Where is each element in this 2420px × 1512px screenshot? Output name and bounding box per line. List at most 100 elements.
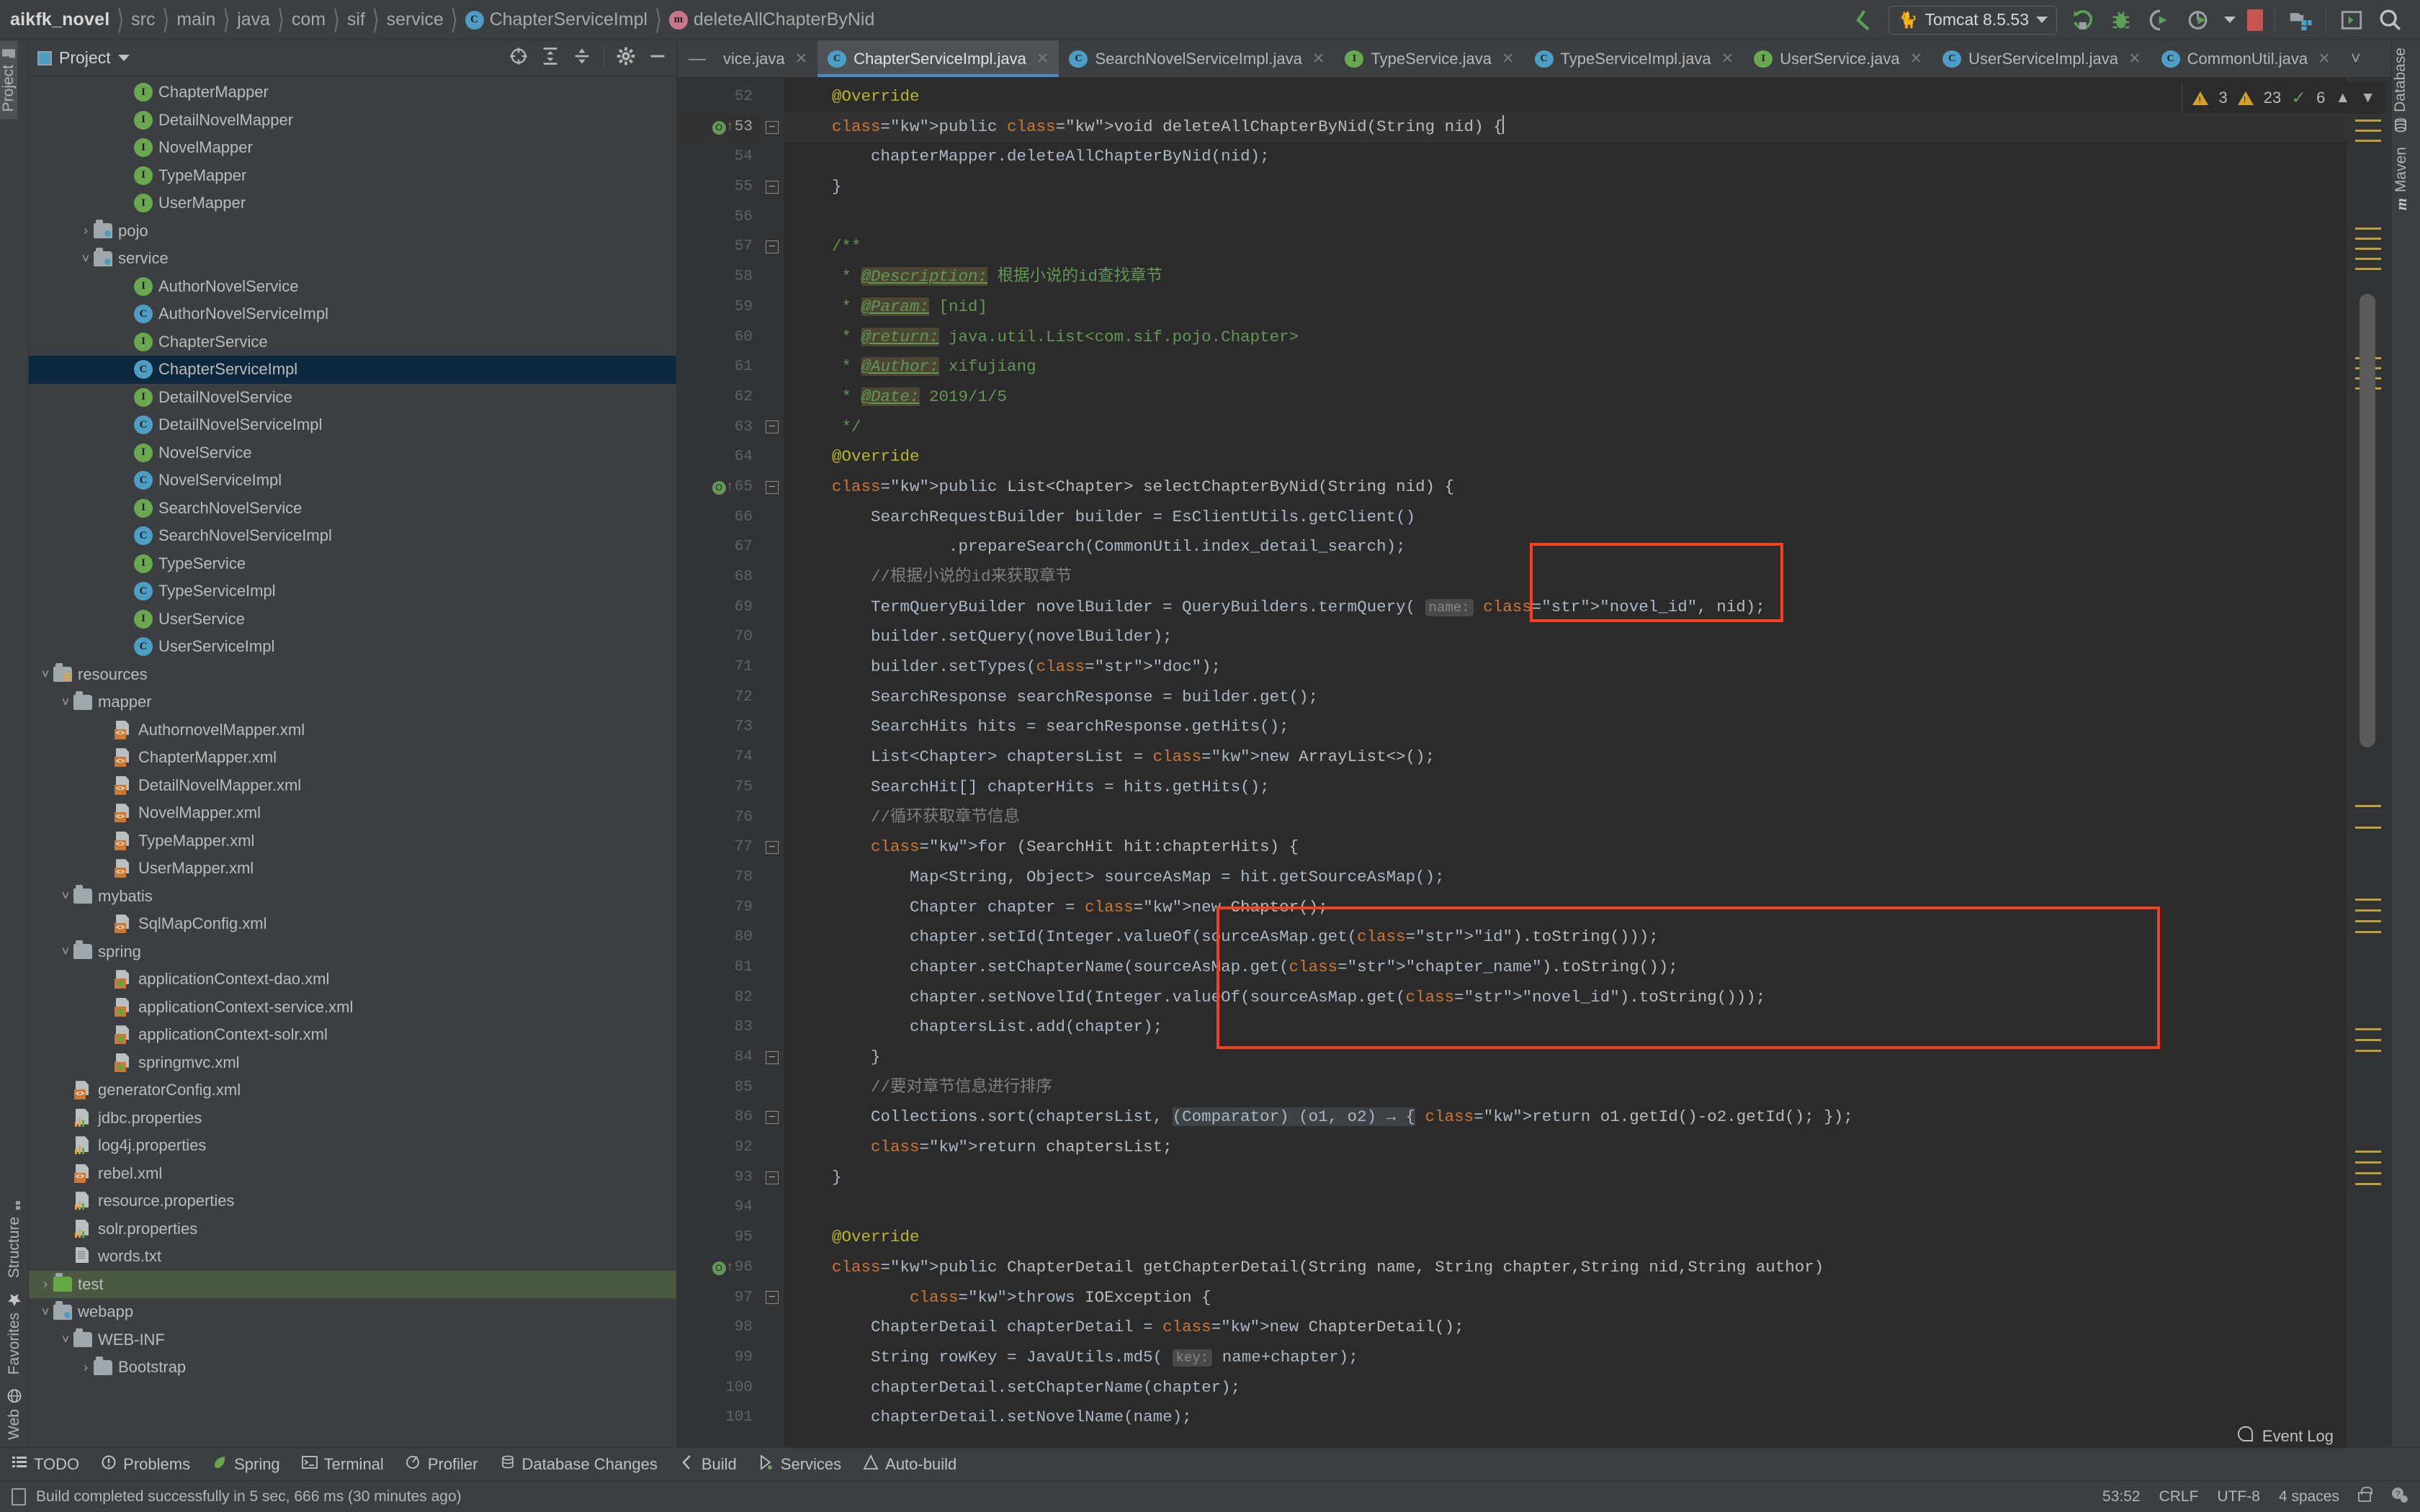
close-icon[interactable]: ✕ <box>1502 50 1515 68</box>
gutter-line-85[interactable]: 85 <box>677 1073 760 1103</box>
close-icon[interactable]: ✕ <box>1036 50 1049 68</box>
chevron-down-icon[interactable]: ˅ <box>37 1305 53 1320</box>
fold-marker-line-84[interactable]: − <box>760 1043 784 1073</box>
override-marker-icon[interactable]: O ↑ <box>712 1253 734 1283</box>
gutter-line-84[interactable]: 84 <box>677 1043 760 1073</box>
fold-collapse-icon[interactable]: − <box>766 841 779 855</box>
fold-marker-line-63[interactable]: − <box>760 413 784 443</box>
bottom-item-todo[interactable]: TODO <box>12 1454 79 1475</box>
tool-window-button-database[interactable]: Database <box>2392 40 2409 140</box>
gutter-line-67[interactable]: 67 <box>677 532 760 562</box>
gutter-line-82[interactable]: 82 <box>677 983 760 1013</box>
gutter-line-62[interactable]: 62 <box>677 382 760 413</box>
code-line-74[interactable]: List<Chapter> chaptersList = class="kw">… <box>784 742 2347 773</box>
breadcrumb-segment-sif[interactable]: sif <box>347 9 365 30</box>
code-line-79[interactable]: Chapter chapter = class="kw">new Chapter… <box>784 893 2347 923</box>
gutter-line-92[interactable]: 92 <box>677 1133 760 1163</box>
editor-tab-bar[interactable]: — vice.java ✕ C ChapterServiceImpl.java ✕ C Sea… <box>677 40 2391 78</box>
tree-item-chapterserviceimpl[interactable]: C ChapterServiceImpl <box>29 356 676 384</box>
fold-end-icon[interactable]: − <box>766 1171 779 1184</box>
gutter-line-57[interactable]: 57 <box>677 232 760 262</box>
gutter-line-78[interactable]: 78 <box>677 863 760 893</box>
gutter-line-83[interactable]: 83 <box>677 1012 760 1043</box>
tree-item-mapper[interactable]: ˅ mapper <box>29 688 676 716</box>
tree-item-jdbc-properties[interactable]: jdbc.properties <box>29 1104 676 1133</box>
gutter-line-96[interactable]: O ↑ 96 <box>677 1253 760 1283</box>
override-marker-icon[interactable]: O ↑ <box>712 112 734 143</box>
caret-position[interactable]: 53:52 <box>2102 1488 2141 1506</box>
editor-tab-chapterserviceimpl-java[interactable]: C ChapterServiceImpl.java ✕ <box>817 40 1059 77</box>
gutter-line-63[interactable]: 63 <box>677 413 760 443</box>
tree-item-novelmapper[interactable]: I NovelMapper <box>29 134 676 162</box>
gutter-line-64[interactable]: 64 <box>677 442 760 472</box>
tree-item-springmvc-xml[interactable]: springmvc.xml <box>29 1049 676 1077</box>
fold-marker-line-77[interactable]: − <box>760 832 784 863</box>
tree-item-webapp[interactable]: ˅ webapp <box>29 1298 676 1326</box>
bottom-item-database-changes[interactable]: Database Changes <box>500 1454 658 1475</box>
debug-icon[interactable] <box>2107 6 2135 34</box>
tree-item-chaptermapper-xml[interactable]: <> ChapterMapper.xml <box>29 744 676 772</box>
gutter-line-53[interactable]: O ↑ 53 <box>677 112 760 143</box>
tree-item-detailnovelmapper[interactable]: I DetailNovelMapper <box>29 107 676 135</box>
tree-item-novelmapper-xml[interactable]: <> NovelMapper.xml <box>29 799 676 827</box>
tree-item-detailnovelserviceimpl[interactable]: C DetailNovelServiceImpl <box>29 411 676 439</box>
code-line-86[interactable]: Collections.sort(chaptersList, (Comparat… <box>784 1102 2347 1133</box>
close-icon[interactable]: ✕ <box>1312 50 1325 68</box>
gutter-line-94[interactable]: 94 <box>677 1192 760 1223</box>
close-icon[interactable]: ✕ <box>2128 50 2141 68</box>
breadcrumb-segment-service[interactable]: service <box>387 9 444 30</box>
inspection-widget[interactable]: 3 23 ✓ 6 ▲ ▼ <box>2182 82 2385 114</box>
gutter-line-75[interactable]: 75 <box>677 773 760 803</box>
breadcrumb-segment-main[interactable]: main <box>176 9 215 30</box>
tree-item-spring[interactable]: ˅ spring <box>29 938 676 966</box>
editor-tab-searchnovelserviceimpl-java[interactable]: C SearchNovelServiceImpl.java ✕ <box>1059 40 1335 77</box>
tool-window-button-structure[interactable]: Structure <box>6 1192 23 1285</box>
gutter-line-60[interactable]: 60 <box>677 323 760 353</box>
code-line-100[interactable]: chapterDetail.setChapterName(chapter); <box>784 1373 2347 1403</box>
run-icon[interactable] <box>2069 6 2096 34</box>
tree-item-pojo[interactable]: › pojo <box>29 217 676 246</box>
breadcrumb-segment-java[interactable]: java <box>237 9 270 30</box>
bottom-item-profiler[interactable]: Profiler <box>405 1454 478 1475</box>
code-line-68[interactable]: //根据小说的id来获取章节 <box>784 562 2347 593</box>
gutter-line-59[interactable]: 59 <box>677 292 760 323</box>
code-line-96[interactable]: class="kw">public ChapterDetail getChapt… <box>784 1253 2347 1283</box>
code-line-101[interactable]: chapterDetail.setNovelName(name); <box>784 1403 2347 1433</box>
tree-item-detailnovelservice[interactable]: I DetailNovelService <box>29 384 676 412</box>
gutter-line-81[interactable]: 81 <box>677 953 760 983</box>
tree-item-generatorconfig-xml[interactable]: <> generatorConfig.xml <box>29 1076 676 1104</box>
fold-collapse-icon[interactable]: − <box>766 1291 779 1305</box>
breadcrumb-method[interactable]: deleteAllChapterByNid <box>694 9 875 30</box>
code-line-98[interactable]: ChapterDetail chapterDetail = class="kw"… <box>784 1313 2347 1343</box>
hide-icon[interactable] <box>647 46 668 70</box>
project-structure-icon[interactable] <box>2287 6 2314 34</box>
tree-item-mybatis[interactable]: ˅ mybatis <box>29 883 676 911</box>
tree-item-searchnovelserviceimpl[interactable]: C SearchNovelServiceImpl <box>29 522 676 550</box>
breadcrumb-class[interactable]: ChapterServiceImpl <box>490 9 648 30</box>
search-everywhere-icon[interactable] <box>2377 6 2404 34</box>
code-line-99[interactable]: String rowKey = JavaUtils.md5( key: name… <box>784 1343 2347 1373</box>
code-line-75[interactable]: SearchHit[] chapterHits = hits.getHits()… <box>784 773 2347 803</box>
gutter-line-98[interactable]: 98 <box>677 1313 760 1343</box>
code-line-97[interactable]: class="kw">throws IOException { <box>784 1283 2347 1313</box>
override-marker-icon[interactable]: O ↑ <box>712 472 734 503</box>
tree-item-chaptermapper[interactable]: I ChapterMapper <box>29 78 676 107</box>
code-line-52[interactable]: @Override <box>784 82 2347 112</box>
code-line-92[interactable]: class="kw">return chaptersList; <box>784 1133 2347 1163</box>
code-line-65[interactable]: class="kw">public List<Chapter> selectCh… <box>784 472 2347 503</box>
gutter-line-73[interactable]: 73 <box>677 712 760 742</box>
tree-item-typemapper-xml[interactable]: <> TypeMapper.xml <box>29 827 676 855</box>
chevron-down-icon[interactable]: ˅ <box>58 695 73 710</box>
gutter-line-56[interactable]: 56 <box>677 202 760 233</box>
expand-all-icon[interactable] <box>540 46 560 70</box>
gutter-line-79[interactable]: 79 <box>677 893 760 923</box>
close-icon[interactable]: ✕ <box>1721 50 1734 68</box>
code-line-70[interactable]: builder.setQuery(novelBuilder); <box>784 622 2347 652</box>
gutter-line-61[interactable]: 61 <box>677 352 760 382</box>
gutter-line-80[interactable]: 80 <box>677 922 760 953</box>
breadcrumb-root[interactable]: aikfk_novel <box>10 9 109 30</box>
fold-marker-line-53[interactable]: − <box>760 112 784 143</box>
tree-item-log4j-properties[interactable]: log4j.properties <box>29 1132 676 1160</box>
tree-item-typeserviceimpl[interactable]: C TypeServiceImpl <box>29 577 676 606</box>
close-icon[interactable]: ✕ <box>2318 50 2331 68</box>
